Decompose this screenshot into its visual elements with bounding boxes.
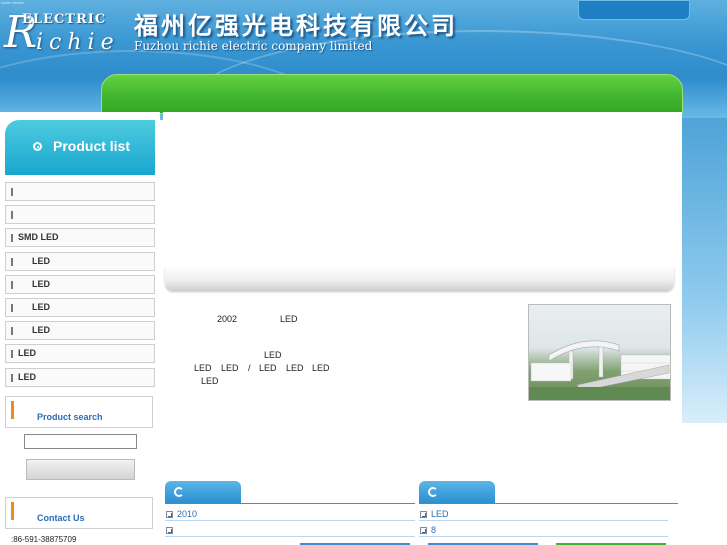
about-text-led: LED (194, 363, 212, 373)
building-illustration (529, 340, 670, 400)
sidebar-item-label: SMD LED (18, 232, 59, 243)
news-item-label: 2010 (177, 509, 198, 519)
arrow-icon (420, 527, 427, 534)
company-name-chinese: 福州亿强光电科技有限公司 (134, 11, 458, 40)
news-item[interactable]: 8 (420, 525, 436, 535)
bar-marker-icon (11, 188, 13, 196)
logo-electric-text: ELECTRIC (22, 12, 107, 27)
circle-bullet-icon (33, 142, 42, 151)
sidebar-item-label: LED (32, 301, 50, 312)
product-list-header: Product list (5, 120, 155, 175)
about-text-led: LED (201, 376, 219, 386)
top-nav-tab[interactable] (578, 0, 690, 20)
sidebar-item[interactable] (5, 205, 155, 225)
sidebar-item-smd-led[interactable]: SMD LED (5, 228, 155, 248)
row-divider (419, 536, 668, 537)
company-building-photo (528, 304, 671, 401)
sidebar-item-led[interactable]: LED (5, 274, 155, 294)
bar-marker-icon (11, 257, 13, 266)
sidebar-item-led[interactable]: LED (5, 297, 155, 317)
contact-us-title[interactable]: Contact Us (37, 513, 85, 523)
sidebar-item-led[interactable]: LED (5, 367, 155, 387)
about-text-led: LED (286, 363, 304, 373)
bar-marker-icon (11, 234, 13, 243)
arrow-icon (166, 527, 173, 534)
company-name-english: Fuzhou richie electric company limited (134, 39, 373, 53)
about-text-led: LED (221, 363, 239, 373)
about-text-led: LED (280, 314, 298, 324)
sidebar-item-label: LED (18, 348, 36, 359)
news-item-label: LED (431, 509, 449, 519)
sidebar-item-label: LED (32, 278, 50, 289)
arrow-icon (166, 511, 173, 518)
about-year: 2002 (217, 314, 238, 324)
main-nav-bar[interactable] (101, 74, 683, 114)
bar-marker-icon (11, 211, 13, 220)
banner-bottom-band (165, 266, 674, 290)
product-list-title: Product list (53, 138, 131, 154)
search-button[interactable] (26, 459, 135, 480)
orange-accent-bar (11, 502, 14, 520)
sidebar-item-led[interactable]: LED (5, 344, 155, 364)
sidebar-item-label: LED (32, 255, 50, 266)
arrow-icon (420, 511, 427, 518)
news-item-label: 8 (431, 525, 437, 535)
phone-number: :86-591-38875709 (11, 535, 77, 544)
sidebar-item[interactable] (5, 182, 155, 201)
search-input[interactable] (24, 434, 137, 449)
product-search-box: Product search (5, 396, 153, 428)
row-divider (165, 536, 415, 537)
right-decoration-strip (682, 118, 727, 423)
about-text-led: LED (259, 363, 277, 373)
orange-accent-bar (11, 401, 14, 419)
right-panel-tab[interactable] (419, 481, 495, 503)
news-item[interactable] (166, 525, 177, 535)
product-menu: SMD LED LED LED LED LED LED LED (5, 182, 155, 391)
about-text-led: LED (264, 350, 282, 360)
sidebar-item-label: LED (32, 325, 50, 336)
c-logo-icon (174, 487, 184, 497)
bar-marker-icon (11, 280, 13, 289)
product-search-title: Product search (37, 412, 103, 422)
bar-marker-icon (11, 327, 13, 336)
right-panel-divider (419, 503, 678, 504)
about-text-slash: / (248, 363, 251, 373)
sidebar-item-led[interactable]: LED (5, 251, 155, 271)
contact-box: Contact Us (5, 497, 153, 529)
c-logo-icon (428, 487, 438, 497)
banner-area (163, 112, 682, 270)
bar-marker-icon (11, 373, 13, 382)
bar-marker-icon (11, 303, 13, 312)
about-text-led: LED (312, 363, 330, 373)
row-divider (419, 520, 668, 521)
row-divider (165, 520, 415, 521)
sidebar-item-led[interactable]: LED (5, 321, 155, 341)
left-panel-tab[interactable] (165, 481, 241, 503)
sidebar-item-label: LED (18, 371, 36, 382)
tiny-caption: richie electric (1, 0, 25, 5)
bar-marker-icon (11, 350, 13, 359)
left-panel-divider (165, 503, 415, 504)
news-item[interactable]: 2010 (166, 509, 197, 519)
news-item[interactable]: LED (420, 509, 449, 519)
logo-ichie-text: ichie (36, 30, 120, 55)
